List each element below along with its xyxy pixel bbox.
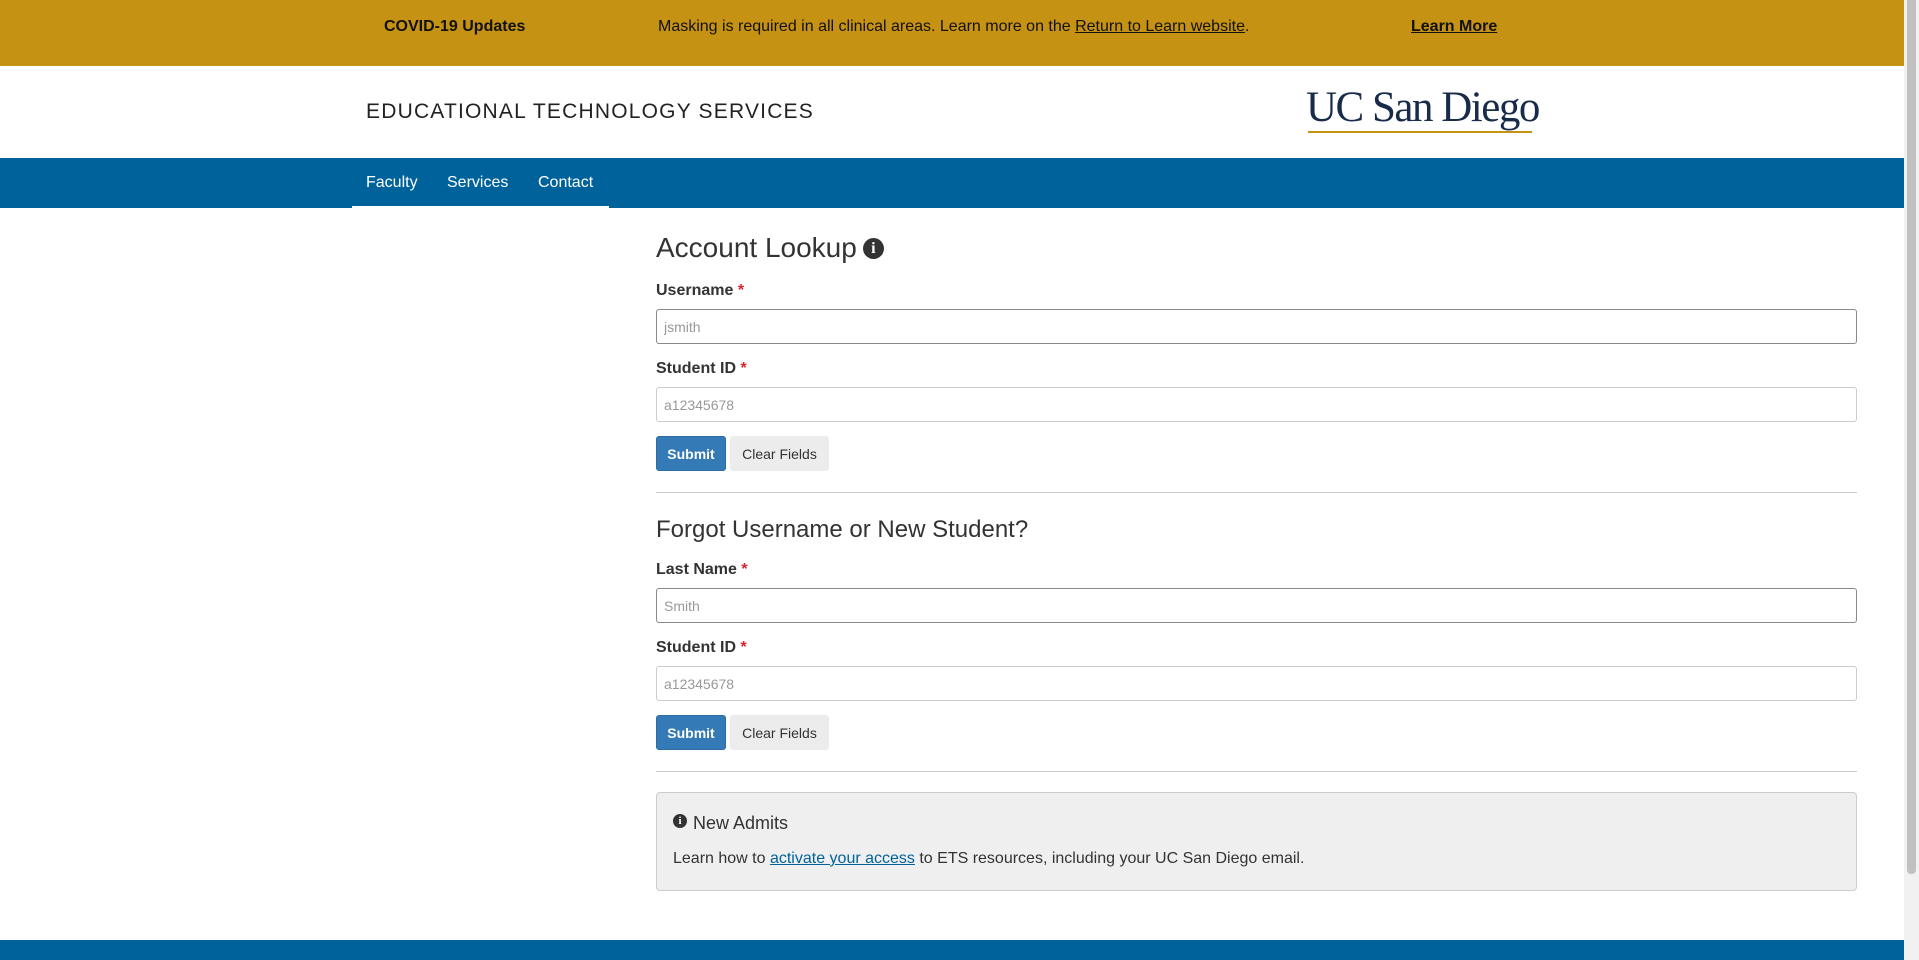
page-scrollbar[interactable] bbox=[1904, 0, 1919, 960]
required-marker: * bbox=[737, 282, 745, 299]
account-lookup-submit-button[interactable]: Submit bbox=[656, 436, 726, 471]
forgot-submit-button[interactable]: Submit bbox=[656, 715, 726, 750]
forgot-student-id-input[interactable] bbox=[656, 666, 1857, 701]
nav-item-contact[interactable]: Contact bbox=[538, 158, 593, 208]
required-marker: * bbox=[740, 639, 747, 656]
site-header: EDUCATIONAL TECHNOLOGY SERVICES UC San D… bbox=[0, 66, 1904, 158]
new-admits-panel: i New Admits Learn how to activate your a… bbox=[656, 792, 1857, 891]
site-footer bbox=[0, 940, 1904, 960]
alert-message-end: . bbox=[1244, 18, 1250, 35]
info-circle-icon: i bbox=[673, 814, 687, 828]
username-label-text: Username bbox=[656, 282, 734, 299]
account-lookup-title: Account Lookup bbox=[656, 232, 857, 263]
last-name-label-text: Last Name bbox=[656, 561, 737, 578]
nav-menu: Faculty Services Contact bbox=[352, 158, 609, 208]
site-title[interactable]: EDUCATIONAL TECHNOLOGY SERVICES bbox=[366, 100, 814, 124]
alert-title: COVID-19 Updates bbox=[384, 18, 526, 35]
new-admits-text: Learn how to activate your access to ETS… bbox=[673, 850, 1304, 868]
forgot-student-id-label: Student ID * bbox=[656, 639, 747, 657]
scrollbar-thumb[interactable] bbox=[1907, 0, 1916, 874]
new-admits-title-text: New Admits bbox=[693, 813, 789, 833]
required-marker: * bbox=[740, 360, 747, 377]
last-name-input[interactable] bbox=[656, 588, 1857, 623]
student-id-input[interactable] bbox=[656, 387, 1857, 422]
logo-underline bbox=[1308, 131, 1532, 133]
section-divider bbox=[656, 771, 1857, 772]
forgot-username-heading: Forgot Username or New Student? bbox=[656, 516, 1029, 543]
new-admits-text-before: Learn how to bbox=[673, 850, 770, 867]
account-lookup-clear-button[interactable]: Clear Fields bbox=[730, 436, 829, 471]
username-input[interactable] bbox=[656, 309, 1857, 344]
new-admits-title: i New Admits bbox=[673, 813, 788, 834]
logo-text: UC San Diego bbox=[1306, 84, 1540, 131]
alert-message: Masking is required in all clinical area… bbox=[658, 18, 1249, 36]
username-label: Username * bbox=[656, 282, 744, 300]
section-divider bbox=[656, 492, 1857, 493]
learn-more-link[interactable]: Learn More bbox=[1411, 18, 1497, 36]
required-marker: * bbox=[741, 561, 748, 578]
return-to-learn-link[interactable]: Return to Learn website bbox=[1075, 18, 1245, 35]
student-id-label: Student ID * bbox=[656, 360, 747, 378]
student-id-label-text: Student ID bbox=[656, 360, 736, 377]
alert-message-text: Masking is required in all clinical area… bbox=[658, 18, 1076, 35]
activate-access-link[interactable]: activate your access bbox=[770, 850, 915, 867]
nav-item-services[interactable]: Services bbox=[447, 158, 508, 208]
forgot-student-id-label-text: Student ID bbox=[656, 639, 736, 656]
main-navbar: Faculty Services Contact bbox=[0, 158, 1904, 208]
last-name-label: Last Name * bbox=[656, 561, 748, 579]
new-admits-text-after: to ETS resources, including your UC San … bbox=[914, 850, 1305, 867]
uc-san-diego-logo[interactable]: UC San Diego bbox=[1306, 84, 1540, 136]
covid-alert-bar: COVID-19 Updates Masking is required in … bbox=[0, 0, 1904, 66]
nav-item-faculty[interactable]: Faculty bbox=[366, 158, 418, 208]
forgot-clear-button[interactable]: Clear Fields bbox=[730, 715, 829, 750]
info-circle-icon[interactable]: i bbox=[862, 238, 884, 259]
account-lookup-heading: Account Lookup i bbox=[656, 232, 884, 264]
